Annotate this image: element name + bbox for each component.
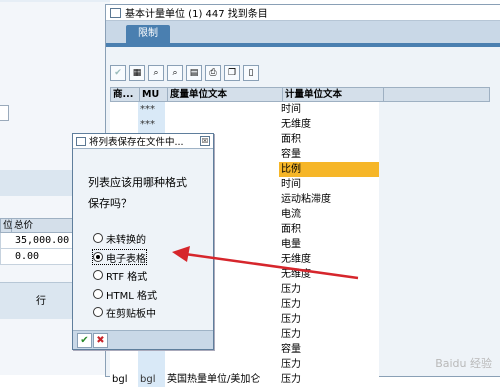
watermark: Baidu 经验 [435,357,492,370]
arrow-shaft [184,252,359,280]
annotation-arrow [172,246,359,280]
arrow-head [172,246,190,262]
